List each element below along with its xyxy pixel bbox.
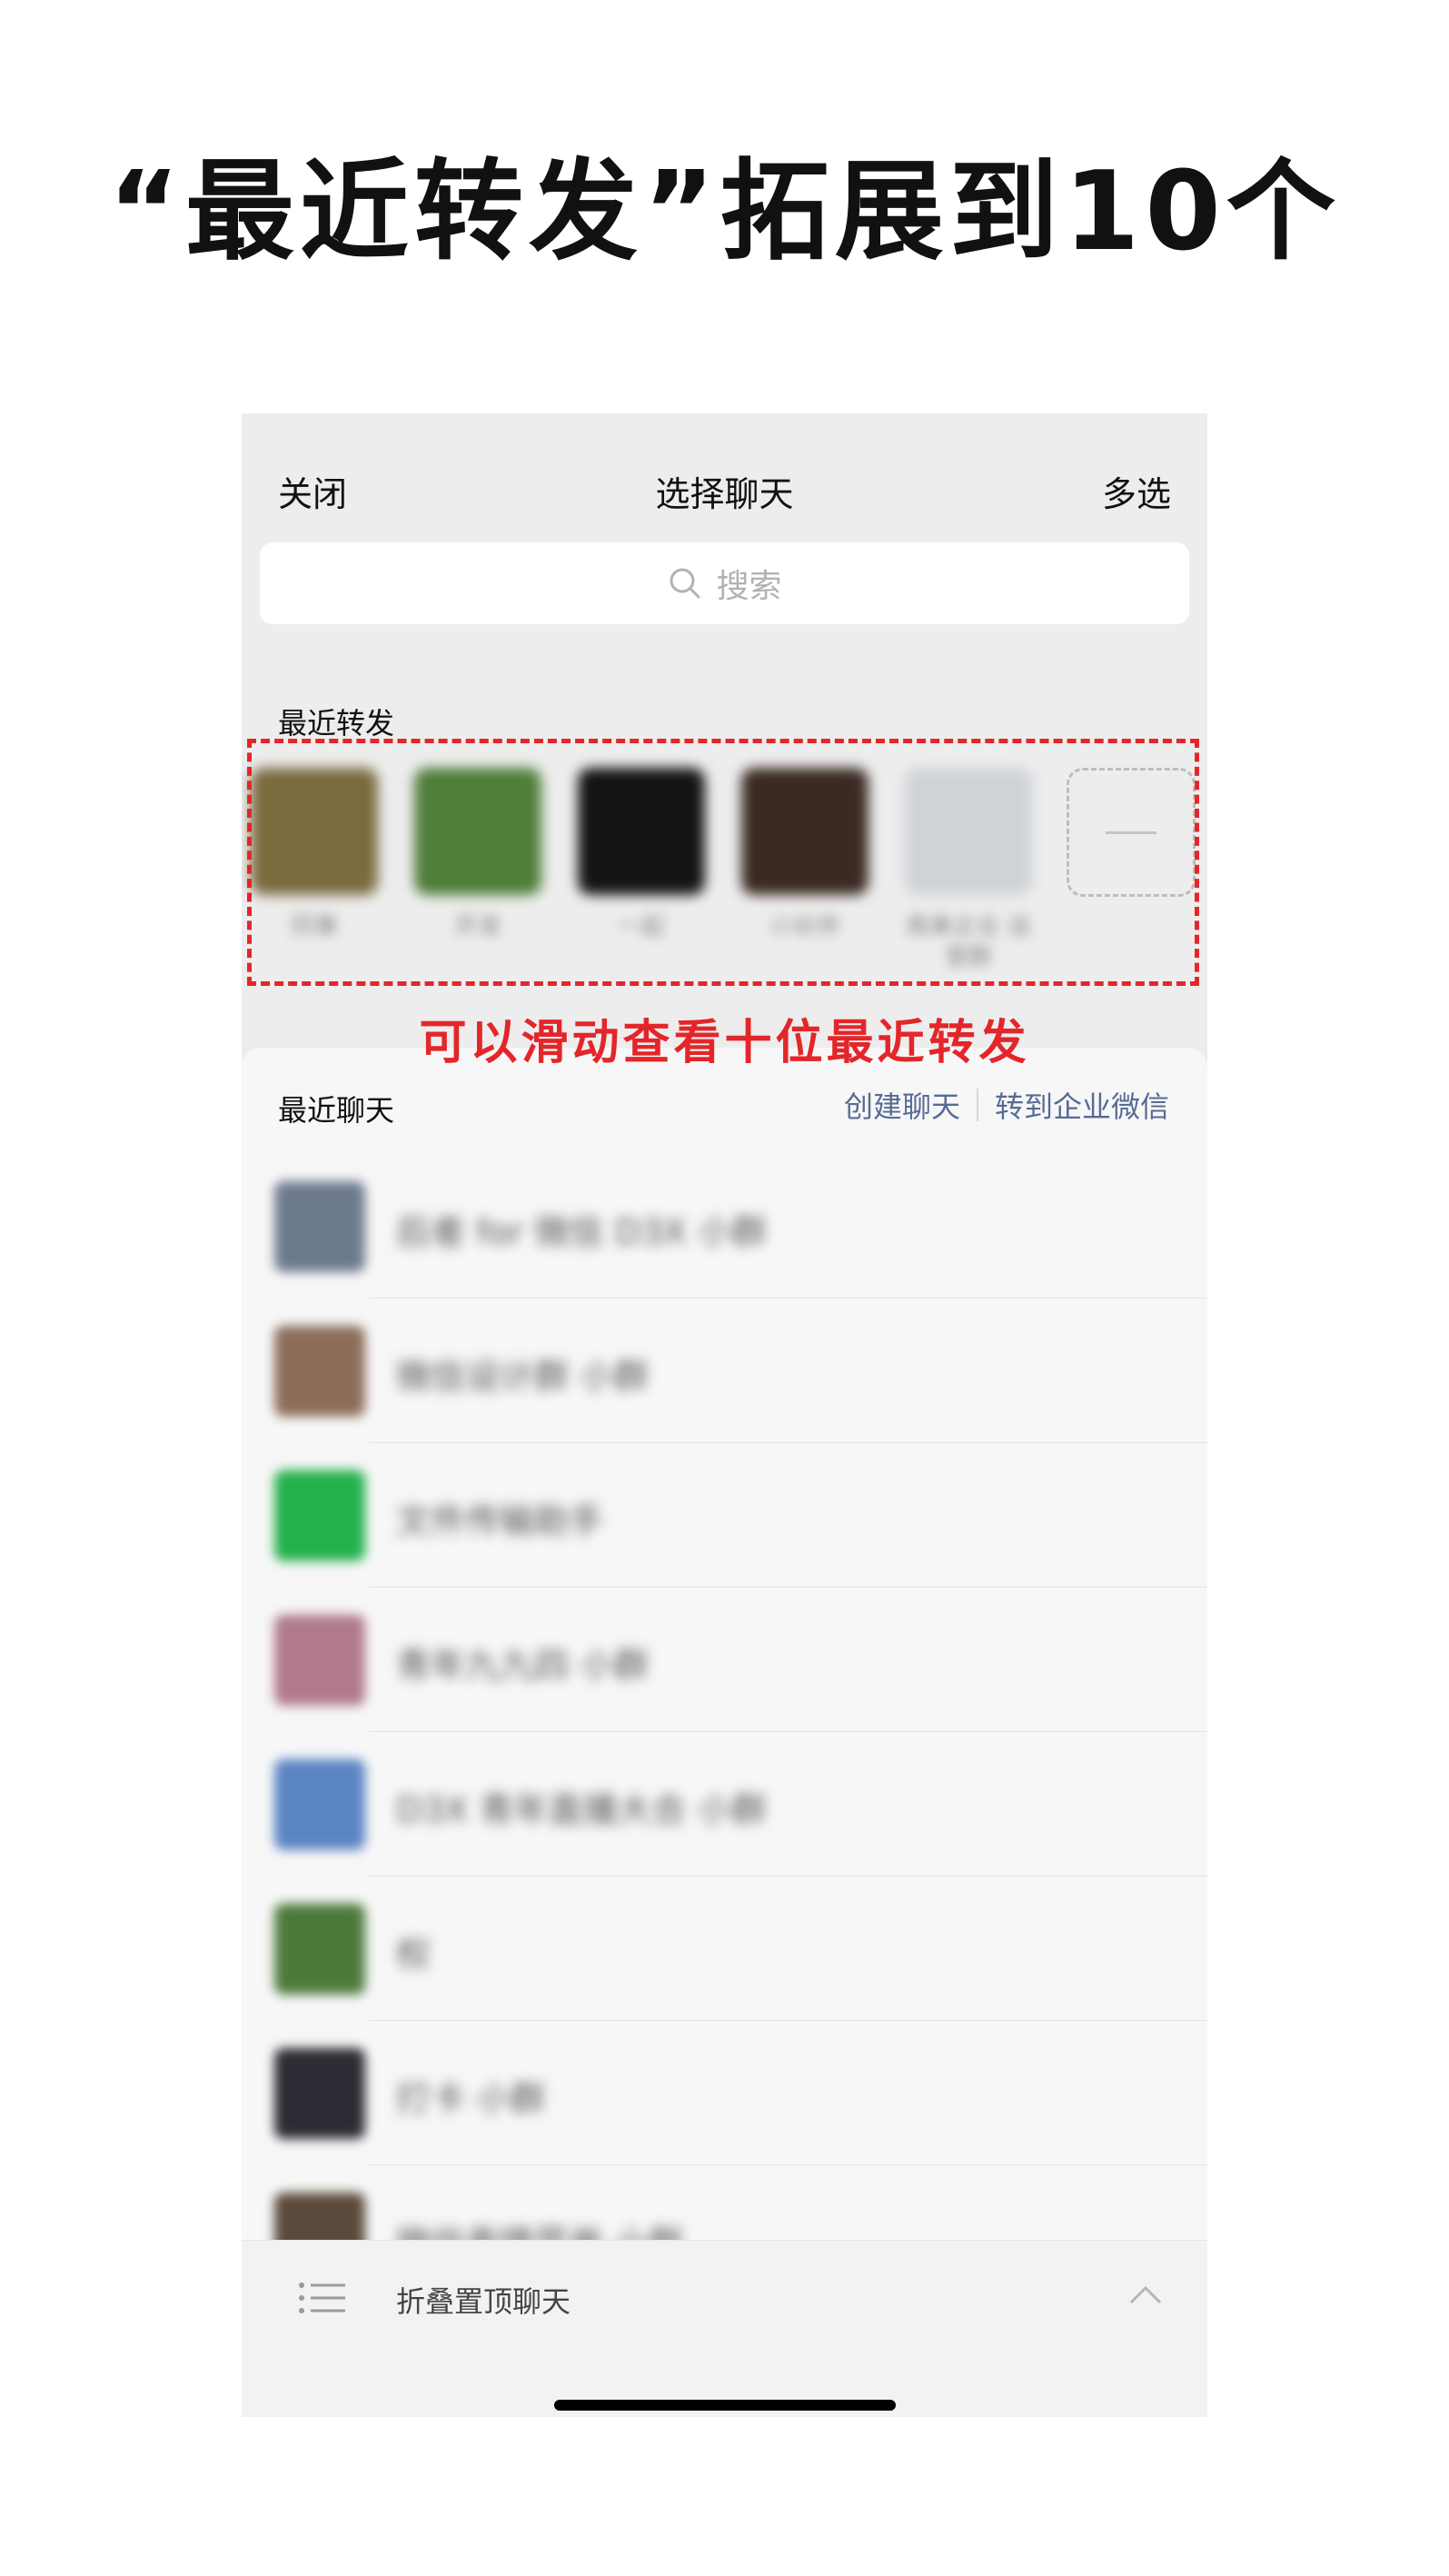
chat-list: 后者 for 微信 D3X 小群 微信设计群 小群 文件传输助手 青年九九四 小… (242, 1154, 1207, 2310)
phone-screen: 选择聊天 关闭 多选 搜索 最近转发 同事 开发 一起 小伙伴 南美企业 运营群… (242, 413, 1207, 2417)
chat-name: 微信设计群 小群 (396, 1357, 650, 1397)
chat-name: 青年九九四 小群 (396, 1646, 650, 1686)
avatar (274, 1326, 365, 1417)
list-item[interactable]: 青年九九四 小群 (242, 1587, 1207, 1732)
avatar (274, 1759, 365, 1850)
avatar (274, 1615, 365, 1706)
list-item[interactable]: 文件传输助手 (242, 1443, 1207, 1587)
chat-name: 后者 for 微信 D3X 小群 (396, 1212, 768, 1252)
list-item[interactable]: 权 (242, 1876, 1207, 2021)
recent-chats-label: 最近聊天 (278, 1093, 395, 1128)
recent-forwards-label: 最近转发 (278, 706, 395, 741)
search-input[interactable]: 搜索 (260, 542, 1189, 624)
avatar (274, 1181, 365, 1272)
chevron-up-icon[interactable] (1127, 2283, 1164, 2306)
annotation-text: 可以滑动查看十位最近转发 (419, 1016, 1030, 1070)
collapse-pinned-label: 折叠置顶聊天 (396, 2284, 571, 2319)
nav-title: 选择聊天 (655, 474, 794, 514)
highlight-box (247, 739, 1199, 986)
create-chat-link[interactable]: 创建聊天 (844, 1084, 960, 1126)
list-item[interactable]: D3X 青年直播大合 小群 (242, 1732, 1207, 1876)
home-indicator (554, 2400, 896, 2411)
enterprise-wechat-link[interactable]: 转到企业微信 (995, 1084, 1169, 1126)
chat-name: D3X 青年直播大合 小群 (396, 1790, 767, 1830)
close-button[interactable]: 关闭 (278, 466, 347, 516)
search-icon (667, 565, 703, 602)
divider (976, 1089, 978, 1121)
list-item[interactable]: 微信设计群 小群 (242, 1298, 1207, 1443)
list-item[interactable]: 后者 for 微信 D3X 小群 (242, 1154, 1207, 1298)
multi-select-button[interactable]: 多选 (1102, 466, 1171, 516)
avatar (274, 1470, 365, 1561)
list-item[interactable]: 打卡 小群 (242, 2021, 1207, 2165)
search-placeholder: 搜索 (716, 568, 782, 605)
chat-actions: 创建聊天 转到企业微信 (844, 1084, 1169, 1126)
chat-name: 文件传输助手 (396, 1501, 604, 1541)
avatar (274, 1904, 365, 1994)
collapse-pinned-bar[interactable]: 折叠置顶聊天 (242, 2240, 1207, 2417)
headline: “最近转发”拓展到10个 (108, 149, 1341, 275)
chat-name: 权 (396, 1934, 432, 1974)
chat-name: 打卡 小群 (396, 2079, 546, 2119)
list-icon (298, 2280, 347, 2316)
page: “最近转发”拓展到10个 选择聊天 关闭 多选 搜索 最近转发 同事 开发 一起… (0, 0, 1449, 2576)
avatar (274, 2048, 365, 2139)
